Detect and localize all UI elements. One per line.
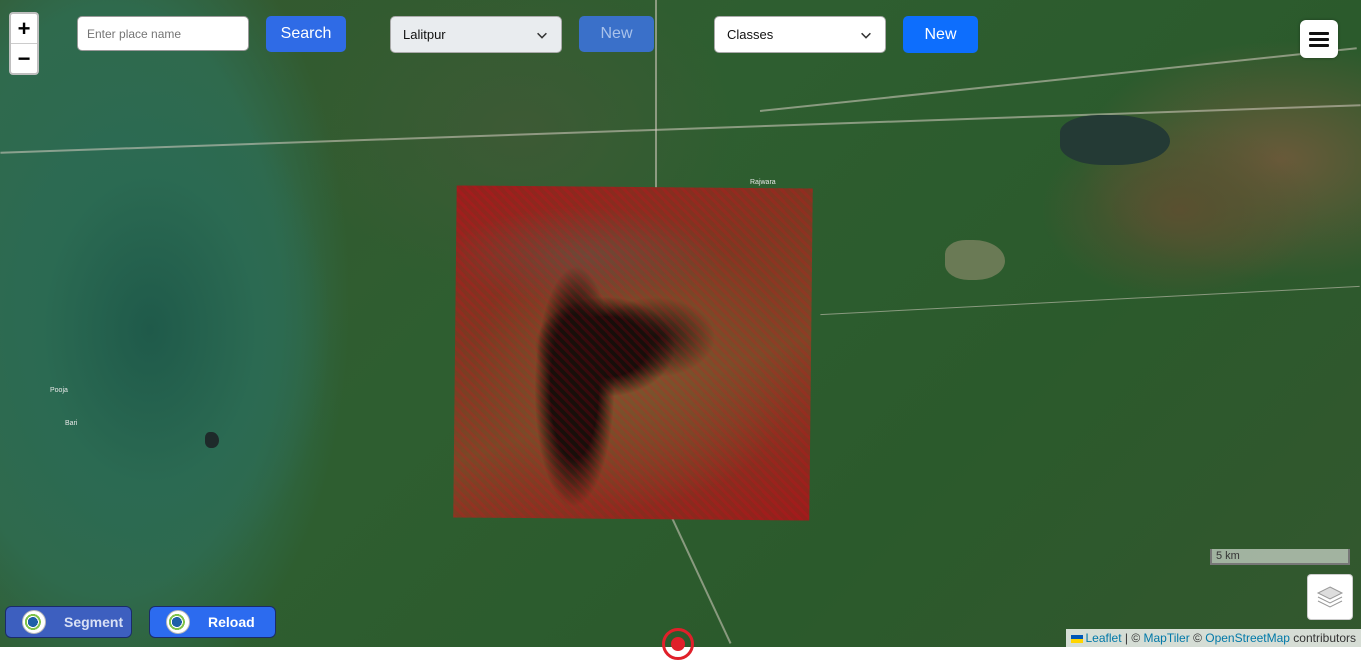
zoom-out-button[interactable]: − — [11, 44, 37, 73]
scale-bar: 5 km — [1210, 549, 1350, 565]
chevron-down-icon — [535, 28, 549, 42]
hamburger-icon — [1309, 31, 1329, 47]
zoom-control: + − — [9, 12, 39, 75]
menu-button[interactable] — [1300, 20, 1338, 58]
search-button[interactable]: Search — [266, 16, 346, 52]
road — [820, 286, 1359, 315]
lake — [205, 432, 219, 448]
region-select[interactable]: Lalitpur — [390, 16, 562, 53]
app-logo-icon — [22, 610, 46, 634]
road — [655, 0, 657, 200]
road — [760, 47, 1357, 112]
town-label: Rajwara — [750, 179, 776, 186]
map-attribution: Leaflet | © MapTiler © OpenStreetMap con… — [1066, 629, 1361, 647]
zoom-in-button[interactable]: + — [11, 14, 37, 44]
segment-button-label: Segment — [64, 614, 123, 630]
app-logo-icon — [166, 610, 190, 634]
chevron-down-icon — [859, 28, 873, 42]
new-class-button[interactable]: New — [903, 16, 978, 53]
layers-icon — [1316, 583, 1344, 611]
road — [671, 516, 732, 644]
reload-button-label: Reload — [208, 614, 255, 630]
maptiler-link[interactable]: MapTiler — [1144, 631, 1190, 645]
location-marker[interactable] — [662, 628, 694, 660]
openstreetmap-link[interactable]: OpenStreetMap — [1205, 631, 1290, 645]
attribution-separator: © — [1190, 631, 1206, 645]
class-select[interactable]: Classes — [714, 16, 886, 53]
ukraine-flag-icon — [1071, 635, 1083, 643]
town-label: Pooja — [50, 387, 68, 394]
town-label: Bari — [65, 420, 77, 427]
lake — [1060, 115, 1170, 165]
lake — [945, 240, 1005, 280]
new-region-button[interactable]: New — [579, 16, 654, 52]
segment-button[interactable]: Segment — [5, 606, 132, 638]
class-select-value: Classes — [727, 27, 773, 42]
segmentation-overlay — [453, 185, 812, 520]
region-select-value: Lalitpur — [403, 27, 446, 42]
attribution-suffix: contributors — [1290, 631, 1356, 645]
layers-button[interactable] — [1307, 574, 1353, 620]
search-input[interactable] — [77, 16, 249, 51]
leaflet-link[interactable]: Leaflet — [1086, 631, 1122, 645]
attribution-separator: | © — [1122, 631, 1144, 645]
satellite-map[interactable]: Rajwara Pooja Bari — [0, 0, 1361, 647]
reload-button[interactable]: Reload — [149, 606, 276, 638]
